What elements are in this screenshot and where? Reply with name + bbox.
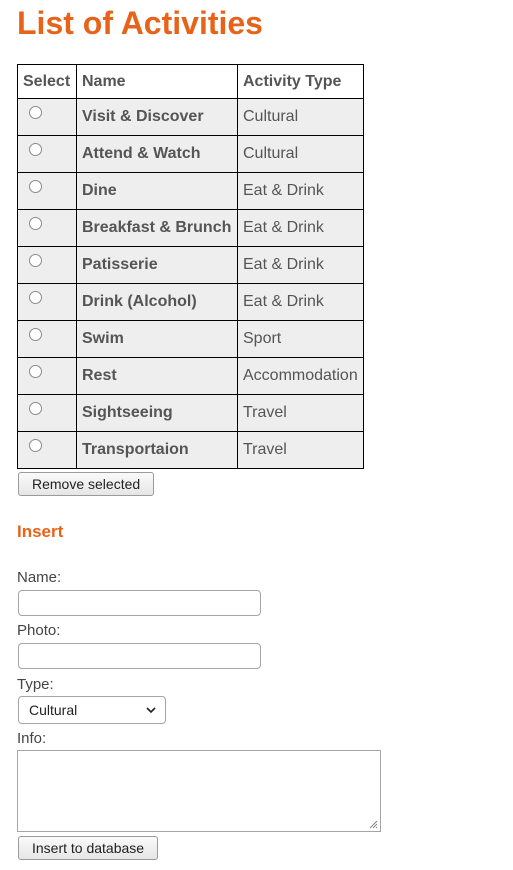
activity-name: Breakfast & Brunch [76, 209, 238, 247]
type-select-value: Cultural [29, 702, 78, 718]
type-select[interactable]: Cultural [18, 696, 166, 724]
select-radio[interactable] [29, 143, 42, 157]
select-radio[interactable] [29, 180, 42, 194]
activity-type: Accommodation [237, 357, 364, 395]
table-row: Attend & Watch Cultural [17, 135, 364, 173]
table-row: Transportaion Travel [17, 431, 364, 469]
select-radio[interactable] [29, 106, 42, 120]
select-radio[interactable] [29, 402, 42, 416]
activities-table: Select Name Activity Type Visit & Discov… [17, 64, 364, 469]
activity-type: Eat & Drink [237, 209, 364, 247]
insert-to-database-button[interactable]: Insert to database [18, 836, 159, 860]
activity-type: Cultural [237, 135, 364, 173]
activity-name: Rest [76, 357, 238, 395]
photo-input[interactable] [18, 643, 261, 669]
table-row: Breakfast & Brunch Eat & Drink [17, 209, 364, 247]
activity-type: Eat & Drink [237, 172, 364, 210]
select-radio[interactable] [29, 217, 42, 231]
activity-name: Transportaion [76, 431, 238, 469]
activity-type: Sport [237, 320, 364, 358]
select-radio[interactable] [29, 365, 42, 379]
header-select: Select [17, 64, 77, 99]
name-label: Name: [17, 569, 62, 586]
table-row: Dine Eat & Drink [17, 172, 364, 210]
photo-label: Photo: [17, 622, 61, 639]
resize-grip-icon[interactable] [368, 819, 378, 829]
select-radio[interactable] [29, 291, 42, 305]
select-radio[interactable] [29, 439, 42, 453]
table-row: Patisserie Eat & Drink [17, 246, 364, 284]
name-input[interactable] [18, 590, 261, 616]
table-header-row: Select Name Activity Type [17, 64, 364, 99]
activity-type: Eat & Drink [237, 283, 364, 321]
type-label: Type: [17, 676, 54, 693]
activity-type: Eat & Drink [237, 246, 364, 284]
header-activity-type: Activity Type [237, 64, 364, 99]
table-row: Rest Accommodation [17, 357, 364, 395]
info-textarea[interactable] [17, 750, 381, 832]
header-name: Name [76, 64, 238, 99]
chevron-down-icon [145, 700, 157, 723]
insert-section-title: Insert [17, 522, 64, 541]
table-row: Drink (Alcohol) Eat & Drink [17, 283, 364, 321]
activity-name: Drink (Alcohol) [76, 283, 238, 321]
activity-name: Attend & Watch [76, 135, 238, 173]
info-label: Info: [17, 730, 47, 747]
activity-type: Travel [237, 431, 364, 469]
select-radio[interactable] [29, 254, 42, 268]
activity-name: Sightseeing [76, 394, 238, 432]
activity-name: Visit & Discover [76, 98, 238, 136]
table-row: Visit & Discover Cultural [17, 98, 364, 136]
page-title: List of Activities [17, 5, 263, 41]
table-row: Sightseeing Travel [17, 394, 364, 432]
activity-type: Cultural [237, 98, 364, 136]
activity-name: Swim [76, 320, 238, 358]
activity-name: Patisserie [76, 246, 238, 284]
table-row: Swim Sport [17, 320, 364, 358]
remove-selected-button[interactable]: Remove selected [18, 472, 155, 496]
activity-name: Dine [76, 172, 238, 210]
select-radio[interactable] [29, 328, 42, 342]
activity-type: Travel [237, 394, 364, 432]
